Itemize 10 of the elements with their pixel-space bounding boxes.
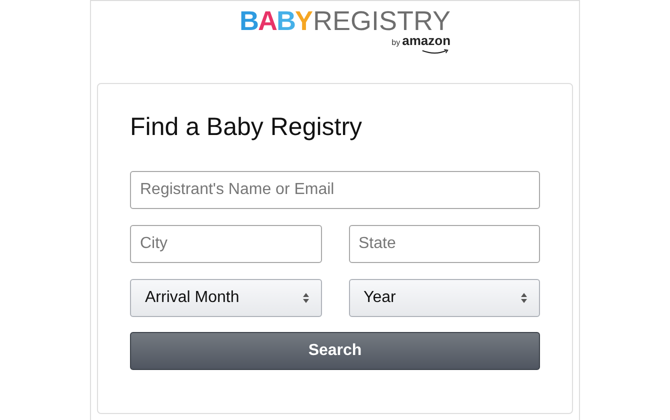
form-title: Find a Baby Registry: [130, 112, 364, 142]
sort-arrows-icon: [302, 293, 308, 303]
dropdown[interactable]: Arrival Month: [130, 279, 322, 317]
dropdown[interactable]: Year: [348, 279, 540, 317]
input-field[interactable]: State: [348, 225, 540, 263]
search-button[interactable]: Search: [130, 332, 540, 370]
logo: BABYREGISTRY by amazon: [239, 5, 451, 57]
sort-arrows-icon: [521, 293, 527, 303]
input-field[interactable]: Registrant's Name or Email: [130, 171, 540, 209]
input-field[interactable]: City: [130, 225, 322, 263]
